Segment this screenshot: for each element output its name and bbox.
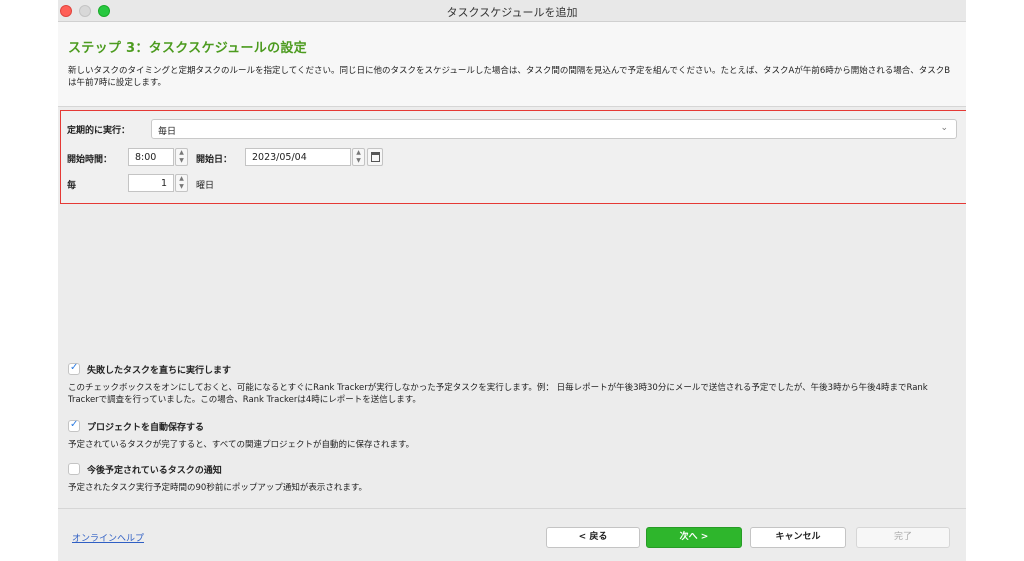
periodic-value: 毎日 [158,127,177,137]
step-description: 新しいタスクのタイミングと定期タスクのルールを指定してください。同じ日に他のタス… [68,66,951,88]
stepper-down-icon: ▼ [356,157,361,164]
finish-button[interactable]: 完了 [856,527,950,548]
calendar-button[interactable] [367,148,383,166]
title-bar: タスクスケジュールを追加 [58,0,966,22]
stepper-up-icon: ▲ [356,149,361,156]
run-failed-label: 失敗したタスクを直ちに実行します [87,366,232,376]
back-button[interactable]: < 戻る [546,527,640,548]
stepper-down-icon: ▼ [179,183,184,190]
start-date-stepper[interactable]: ▲ ▼ [352,148,365,166]
cancel-button[interactable]: キャンセル [750,527,846,548]
autosave-label: プロジェクトを自動保存する [87,423,205,433]
stepper-up-icon: ▲ [179,149,184,156]
start-time-input[interactable]: 8:00 [128,148,174,166]
autosave-description: 予定されているタスクが完了すると、すべての関連プロジェクトが自動的に保存されます… [68,440,415,450]
every-unit-label: 曜日 [196,181,215,191]
online-help-link[interactable]: オンラインヘルプ [72,531,144,544]
next-button[interactable]: 次へ > [646,527,742,548]
every-stepper[interactable]: ▲ ▼ [175,174,188,192]
stepper-up-icon: ▲ [179,175,184,182]
run-failed-checkbox[interactable]: ✓ [68,362,80,375]
notify-label: 今後予定されているタスクの通知 [87,466,222,476]
start-date-input[interactable]: 2023/05/04 [245,148,351,166]
checkmark-icon: ✓ [70,362,79,373]
stepper-down-icon: ▼ [179,157,184,164]
window-title: タスクスケジュールを追加 [446,6,578,19]
dialog-footer: オンラインヘルプ < 戻る 次へ > キャンセル 完了 [58,508,966,561]
start-date-label: 開始日： [196,155,233,165]
start-time-stepper[interactable]: ▲ ▼ [175,148,188,166]
dialog-window: タスクスケジュールを追加 ステップ 3：タスクスケジュールの設定 新しいタスクの… [58,0,966,561]
every-input[interactable]: 1 [128,174,174,192]
step-header: ステップ 3：タスクスケジュールの設定 新しいタスクのタイミングと定期タスクのル… [58,22,966,107]
schedule-settings-panel: 定期的に実行： 毎日 ⌄ 開始時間： 8:00 ▲ ▼ 開始日： 2023/05… [60,110,966,204]
run-failed-description: このチェックボックスをオンにしておくと、可能になるとすぐにRank Tracke… [68,383,928,405]
start-time-label: 開始時間： [67,155,113,165]
autosave-checkbox[interactable]: ✓ [68,419,80,432]
periodic-label: 定期的に実行： [67,126,131,136]
step-title: ステップ 3：タスクスケジュールの設定 [68,41,307,56]
checkmark-icon: ✓ [70,419,79,430]
periodic-select[interactable]: 毎日 ⌄ [151,119,957,139]
chevron-down-icon: ⌄ [940,123,948,133]
every-label: 毎 [67,181,77,191]
calendar-icon [371,152,380,162]
notify-checkbox[interactable] [68,463,80,475]
notify-description: 予定されたタスク実行予定時間の90秒前にポップアップ通知が表示されます。 [68,483,367,493]
